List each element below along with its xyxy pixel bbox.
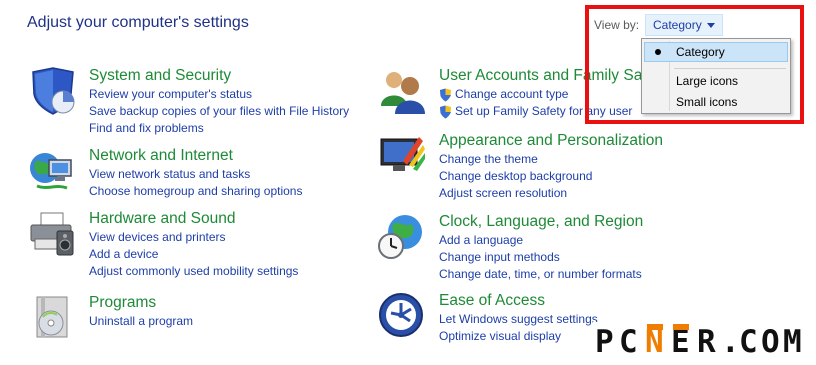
link-network-status[interactable]: View network status and tasks <box>89 166 302 183</box>
system-security-icon <box>32 67 75 115</box>
hardware-sound-icon <box>30 212 74 256</box>
link-input-methods[interactable]: Change input methods <box>439 249 643 266</box>
appearance-icon <box>380 137 425 171</box>
link-add-language[interactable]: Add a language <box>439 232 643 249</box>
svg-text:C: C <box>619 324 638 358</box>
category-appearance: Appearance and Personalization Change th… <box>377 131 663 202</box>
annotation-highlight-box <box>585 5 804 124</box>
link-mobility-settings[interactable]: Adjust commonly used mobility settings <box>89 263 298 280</box>
link-find-fix-problems[interactable]: Find and fix problems <box>89 120 349 137</box>
svg-text:C: C <box>739 324 758 358</box>
link-file-history[interactable]: Save backup copies of your files with Fi… <box>89 103 349 120</box>
clock-globe-icon <box>378 215 422 259</box>
network-internet-icon <box>30 153 72 190</box>
user-accounts-icon <box>381 72 425 114</box>
link-review-status[interactable]: Review your computer's status <box>89 86 349 103</box>
category-title[interactable]: Ease of Access <box>439 291 598 310</box>
category-network-internet: Network and Internet View network status… <box>27 146 302 200</box>
svg-text:O: O <box>761 324 780 358</box>
link-homegroup[interactable]: Choose homegroup and sharing options <box>89 183 302 200</box>
link-desktop-background[interactable]: Change desktop background <box>439 168 663 185</box>
svg-text:.: . <box>721 324 740 358</box>
link-windows-suggest[interactable]: Let Windows suggest settings <box>439 311 598 328</box>
svg-text:M: M <box>783 324 802 358</box>
category-ease-of-access: Ease of Access Let Windows suggest setti… <box>377 291 598 345</box>
category-title[interactable]: Network and Internet <box>89 146 302 165</box>
category-programs: Programs Uninstall a program <box>27 293 193 343</box>
category-title[interactable]: Hardware and Sound <box>89 209 298 228</box>
link-devices-printers[interactable]: View devices and printers <box>89 229 298 246</box>
category-title[interactable]: Programs <box>89 293 193 312</box>
category-title[interactable]: Clock, Language, and Region <box>439 212 643 231</box>
category-clock-language: Clock, Language, and Region Add a langua… <box>377 212 643 283</box>
category-title[interactable]: System and Security <box>89 66 349 85</box>
link-label: Change account type <box>455 87 569 101</box>
page-title: Adjust your computer's settings <box>27 14 249 31</box>
uac-shield-icon <box>440 88 451 101</box>
link-screen-resolution[interactable]: Adjust screen resolution <box>439 185 663 202</box>
svg-text:P: P <box>595 324 614 358</box>
link-date-time-formats[interactable]: Change date, time, or number formats <box>439 266 643 283</box>
category-title[interactable]: Appearance and Personalization <box>439 131 663 150</box>
category-hardware-sound: Hardware and Sound View devices and prin… <box>27 209 298 280</box>
link-change-theme[interactable]: Change the theme <box>439 151 663 168</box>
link-uninstall-program[interactable]: Uninstall a program <box>89 313 193 330</box>
uac-shield-icon <box>440 105 451 118</box>
programs-icon <box>36 296 68 338</box>
link-optimize-display[interactable]: Optimize visual display <box>439 328 598 345</box>
category-system-security: System and Security Review your computer… <box>27 66 349 137</box>
svg-text:R: R <box>697 324 716 358</box>
link-add-device[interactable]: Add a device <box>89 246 298 263</box>
ease-of-access-icon <box>379 293 423 337</box>
pcner-watermark-logo: P C N E R . C O M <box>593 322 809 358</box>
